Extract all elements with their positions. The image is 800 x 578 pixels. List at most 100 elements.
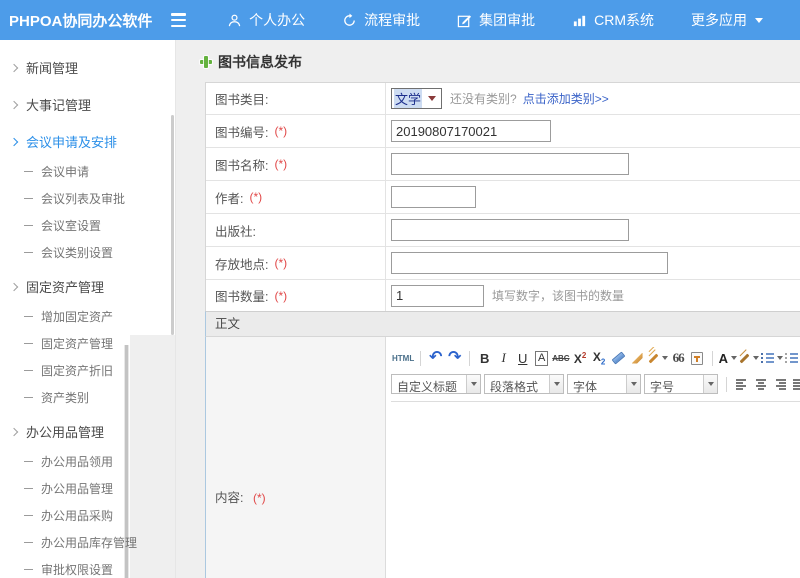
dropdown-label: 字体: [568, 375, 626, 393]
sidebar-item-label: 会议申请及安排: [26, 132, 117, 151]
sidebar: 新闻管理大事记管理会议申请及安排会议申请会议列表及审批会议室设置会议类别设置固定…: [0, 40, 176, 578]
sidebar-item-label: 固定资产管理: [41, 335, 113, 352]
field-label-storage-location: 存放地点:(*): [206, 247, 386, 279]
rich-text-editor: HTML↶↷BIUAABCX2X266A 自定义标题段落格式字体字号: [386, 337, 800, 578]
sidebar-item-asset-category[interactable]: 资产类别: [0, 384, 175, 411]
sidebar-item-memorabilia-management[interactable]: 大事记管理: [0, 87, 175, 121]
font-color-box-button[interactable]: A: [532, 348, 551, 368]
top-menu-item-process-approval[interactable]: 流程审批: [342, 10, 420, 30]
page-title: 图书信息发布: [200, 52, 800, 72]
align-left-button[interactable]: [732, 374, 751, 394]
align-left-icon: [736, 379, 748, 390]
bold-button[interactable]: B: [475, 348, 494, 368]
eraser-button[interactable]: [609, 348, 628, 368]
blockquote-button[interactable]: 66: [669, 348, 688, 368]
dash-bullet-icon: [24, 370, 33, 371]
add-category-link[interactable]: 点击添加类别>>: [523, 90, 609, 107]
sidebar-item-fixed-asset-depreciation[interactable]: 固定资产折旧: [0, 357, 175, 384]
book-category-select[interactable]: 文学: [391, 88, 442, 109]
top-menu-label: 更多应用: [691, 10, 747, 30]
font-size-dropdown[interactable]: 字号: [644, 374, 718, 394]
field-label-publisher: 出版社:: [206, 214, 386, 246]
chevron-down-icon: [731, 356, 737, 360]
paste-text-button[interactable]: [688, 348, 707, 368]
undo-button[interactable]: ↶: [426, 348, 445, 368]
custom-heading-dropdown[interactable]: 自定义标题: [391, 374, 481, 394]
sidebar-item-fixed-asset-management-sub[interactable]: 固定资产管理: [0, 330, 175, 357]
strikethrough-button[interactable]: ABC: [551, 348, 570, 368]
font-color-button[interactable]: A: [718, 348, 738, 368]
underline-button[interactable]: U: [513, 348, 532, 368]
add-plus-icon: [200, 56, 212, 68]
paragraph-format-dropdown[interactable]: 段落格式: [484, 374, 564, 394]
dash-bullet-icon: [24, 461, 33, 462]
required-mark: (*): [274, 124, 287, 138]
form-row-book-name: 图书名称:(*): [206, 148, 800, 181]
publisher-input[interactable]: [391, 219, 629, 241]
sidebar-item-label: 审批权限设置: [41, 561, 113, 578]
sidebar-item-approval-permission-settings[interactable]: 审批权限设置: [0, 556, 175, 578]
align-justify-button[interactable]: [789, 374, 800, 394]
top-menu: 个人办公 流程审批 集团审批 CRM系统 更多应用: [227, 10, 800, 30]
chevron-down-icon: [466, 375, 480, 393]
format-painter-button[interactable]: [647, 348, 669, 368]
sidebar-item-meeting-list-approval[interactable]: 会议列表及审批: [0, 185, 175, 212]
sidebar-item-supplies-inventory-management[interactable]: 办公用品库存管理: [0, 529, 175, 556]
html-source-button[interactable]: HTML: [391, 348, 415, 368]
font-family-dropdown[interactable]: 字体: [567, 374, 641, 394]
editor-content-area[interactable]: [391, 402, 800, 578]
sidebar-item-meeting-room-settings[interactable]: 会议室设置: [0, 212, 175, 239]
chevron-down-icon: [777, 356, 783, 360]
sidebar-item-supplies-management-sub[interactable]: 办公用品管理: [0, 475, 175, 502]
sidebar-item-meeting-category-settings[interactable]: 会议类别设置: [0, 239, 175, 266]
cycle-icon: [342, 13, 357, 28]
sidebar-item-label: 固定资产折旧: [41, 362, 113, 379]
sidebar-item-office-supplies-management[interactable]: 办公用品管理: [0, 414, 175, 448]
editor-toolbar-row1: HTML↶↷BIUAABCX2X266A: [391, 347, 800, 369]
superscript-button[interactable]: X2: [571, 348, 590, 368]
dash-bullet-icon: [24, 488, 33, 489]
painter-icon: [648, 357, 659, 360]
body-section-bar: 正文: [205, 311, 800, 337]
sidebar-item-label: 会议列表及审批: [41, 190, 125, 207]
top-menu-item-more-apps[interactable]: 更多应用: [691, 10, 763, 30]
sidebar-item-label: 办公用品采购: [41, 507, 113, 524]
button-label: B: [480, 351, 489, 366]
field-label-book-number: 图书编号:(*): [206, 115, 386, 147]
highlight-pen-button[interactable]: [738, 348, 760, 368]
align-right-button[interactable]: [770, 374, 789, 394]
top-menu-item-group-approval[interactable]: 集团审批: [457, 10, 535, 30]
book-number-input[interactable]: [391, 120, 551, 142]
content-label: 内容:: [215, 491, 243, 505]
redo-icon: ↷: [448, 350, 461, 366]
sidebar-item-meeting-request-arrange[interactable]: 会议申请及安排: [0, 124, 175, 158]
sidebar-item-supplies-claim[interactable]: 办公用品领用: [0, 448, 175, 475]
ul-icon: [785, 353, 798, 364]
align-center-button[interactable]: [751, 374, 770, 394]
toolbar-separator: [469, 351, 470, 366]
redo-button[interactable]: ↷: [445, 348, 464, 368]
sidebar-item-fixed-assets-management[interactable]: 固定资产管理: [0, 269, 175, 303]
dash-bullet-icon: [24, 397, 33, 398]
content-label-cell: 内容: (*): [206, 337, 386, 578]
book-name-input[interactable]: [391, 153, 629, 175]
top-menu-label: 集团审批: [479, 10, 535, 30]
storage-location-input[interactable]: [391, 252, 668, 274]
top-menu-item-personal-office[interactable]: 个人办公: [227, 10, 305, 30]
top-menu-item-crm-system[interactable]: CRM系统: [572, 10, 654, 30]
subscript-button[interactable]: X2: [590, 348, 609, 368]
field-label-book-name: 图书名称:(*): [206, 148, 386, 180]
hamburger-menu-icon[interactable]: [171, 13, 190, 27]
sidebar-item-supplies-purchase[interactable]: 办公用品采购: [0, 502, 175, 529]
sidebar-item-news-management[interactable]: 新闻管理: [0, 50, 175, 84]
ordered-list-button[interactable]: [760, 348, 784, 368]
chart-icon: [572, 13, 587, 28]
unordered-list-button[interactable]: [784, 348, 800, 368]
author-input[interactable]: [391, 186, 476, 208]
pen-icon: [739, 357, 750, 360]
sidebar-item-meeting-apply[interactable]: 会议申请: [0, 158, 175, 185]
sidebar-item-add-fixed-asset[interactable]: 增加固定资产: [0, 303, 175, 330]
book-quantity-input[interactable]: [391, 285, 484, 307]
clean-format-button[interactable]: [628, 348, 647, 368]
italic-button[interactable]: I: [494, 348, 513, 368]
